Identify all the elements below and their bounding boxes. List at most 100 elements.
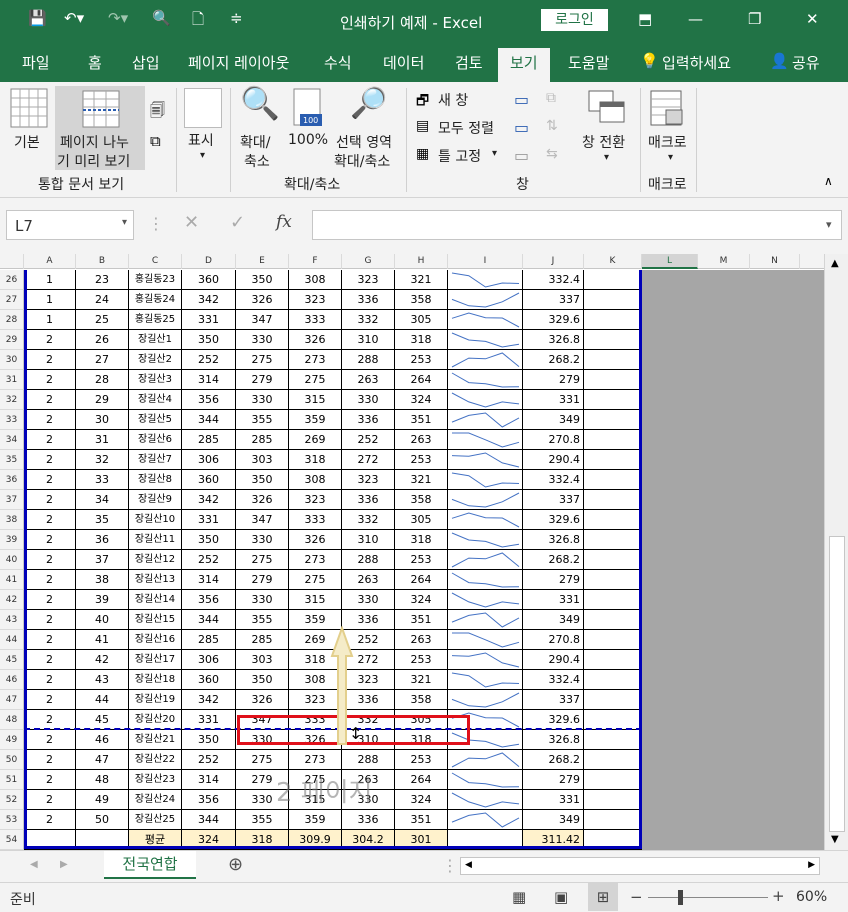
cell-a[interactable]: 2 [24,490,76,510]
cell-a[interactable]: 2 [24,770,76,790]
cell-f[interactable]: 273 [289,750,342,770]
cell-g[interactable]: 288 [342,350,395,370]
zoom-out-icon[interactable]: − [630,888,643,906]
cell-d[interactable]: 314 [182,770,236,790]
cell-h[interactable]: 351 [395,410,448,430]
page-layout-status-icon[interactable]: ▣ [554,888,568,906]
cell-h[interactable]: 263 [395,630,448,650]
cell-a[interactable]: 1 [24,310,76,330]
minimize-icon[interactable]: — [688,10,703,28]
row-header[interactable]: 43 [0,610,24,630]
cell-e[interactable]: 347 [236,510,289,530]
cell-c[interactable]: 홍길동25 [129,310,182,330]
cell-k[interactable] [584,430,642,450]
cell-c[interactable]: 장길산18 [129,670,182,690]
cell-b[interactable]: 39 [76,590,129,610]
cell-f[interactable]: 333 [289,310,342,330]
cell-c[interactable]: 장길산15 [129,610,182,630]
cell-b[interactable]: 24 [76,290,129,310]
cell-e[interactable]: 330 [236,390,289,410]
row-header[interactable]: 50 [0,750,24,770]
cell-f[interactable]: 318 [289,450,342,470]
freeze-panes-icon[interactable]: ▦ [416,146,429,162]
cell-g[interactable]: 310 [342,330,395,350]
cell-d[interactable]: 344 [182,810,236,830]
cancel-icon[interactable]: ✕ [184,212,199,233]
normal-view-label[interactable]: 기본 [14,132,40,152]
cell-c[interactable]: 장길산19 [129,690,182,710]
cell-k[interactable] [584,650,642,670]
row-header[interactable]: 41 [0,570,24,590]
cell-k[interactable] [584,290,642,310]
cell-e[interactable]: 330 [236,590,289,610]
split-icon[interactable]: ▭ [514,90,529,109]
cell-e[interactable]: 330 [236,330,289,350]
sparkline-cell[interactable] [448,790,523,810]
page-break-status-icon[interactable]: ⊞ [588,883,618,911]
cell-c[interactable]: 홍길동23 [129,270,182,290]
page-break-label-1[interactable]: 페이지 나누 [60,132,129,152]
cell-d[interactable]: 331 [182,710,236,730]
cell-g[interactable]: 323 [342,470,395,490]
cell-b[interactable]: 43 [76,670,129,690]
tab-home[interactable]: 홈 [88,52,102,73]
cell-g[interactable]: 330 [342,390,395,410]
expand-formula-icon[interactable]: ▾ [826,218,832,231]
macro-icon[interactable] [650,90,684,128]
cell-h[interactable]: 318 [395,530,448,550]
tab-help[interactable]: 도움말 [568,52,609,73]
cell-c[interactable]: 장길산5 [129,410,182,430]
cell-d[interactable]: 314 [182,370,236,390]
switch-windows-icon[interactable] [588,90,626,126]
reset-position-icon[interactable]: ⇆ [546,146,558,162]
column-header-g[interactable]: G [342,254,395,269]
sparkline-cell[interactable] [448,690,523,710]
show-label[interactable]: 표시 [188,130,214,150]
cell-g[interactable]: 288 [342,550,395,570]
cell-b[interactable]: 48 [76,770,129,790]
cell-e[interactable]: 275 [236,550,289,570]
tell-me-input[interactable]: 입력하세요 [662,52,731,73]
cell-b[interactable]: 33 [76,470,129,490]
sparkline-cell[interactable] [448,770,523,790]
sparkline-cell[interactable] [448,450,523,470]
cell-d[interactable]: 350 [182,530,236,550]
sparkline-cell[interactable] [448,370,523,390]
cell-a[interactable]: 2 [24,630,76,650]
cell-h[interactable]: 253 [395,750,448,770]
cell-h[interactable]: 351 [395,810,448,830]
cell-a[interactable]: 2 [24,570,76,590]
cell-k[interactable] [584,810,642,830]
cell-g[interactable]: 263 [342,570,395,590]
vertical-scrollbar[interactable]: ▲ ▼ [824,254,848,850]
cell-a[interactable]: 2 [24,350,76,370]
cell-g[interactable]: 288 [342,750,395,770]
cell-h[interactable]: 263 [395,430,448,450]
cell-e[interactable]: 350 [236,670,289,690]
cell-h[interactable]: 321 [395,670,448,690]
cell-c[interactable]: 장길산13 [129,570,182,590]
cell-c[interactable]: 홍길동24 [129,290,182,310]
cell-g[interactable]: 336 [342,410,395,430]
row-header[interactable]: 27 [0,290,24,310]
cell-j[interactable]: 326.8 [523,330,584,350]
scroll-left-icon[interactable]: ◀ [465,860,472,870]
row-header[interactable]: 52 [0,790,24,810]
cell-h[interactable]: 324 [395,790,448,810]
cell-k[interactable] [584,510,642,530]
switch-windows-label[interactable]: 창 전환 [582,132,625,152]
column-header-c[interactable]: C [129,254,182,269]
cell-b[interactable]: 36 [76,530,129,550]
cell-b[interactable]: 42 [76,650,129,670]
cell-e[interactable]: 285 [236,630,289,650]
cell-h[interactable]: 253 [395,650,448,670]
column-header-f[interactable]: F [289,254,342,269]
sparkline-cell[interactable] [448,810,523,830]
sparkline-cell[interactable] [448,650,523,670]
cell-e[interactable]: 355 [236,610,289,630]
cell-d[interactable]: 360 [182,470,236,490]
row-header[interactable]: 46 [0,670,24,690]
cell-d[interactable]: 356 [182,390,236,410]
cell-j[interactable]: 290.4 [523,650,584,670]
sparkline-cell[interactable] [448,670,523,690]
